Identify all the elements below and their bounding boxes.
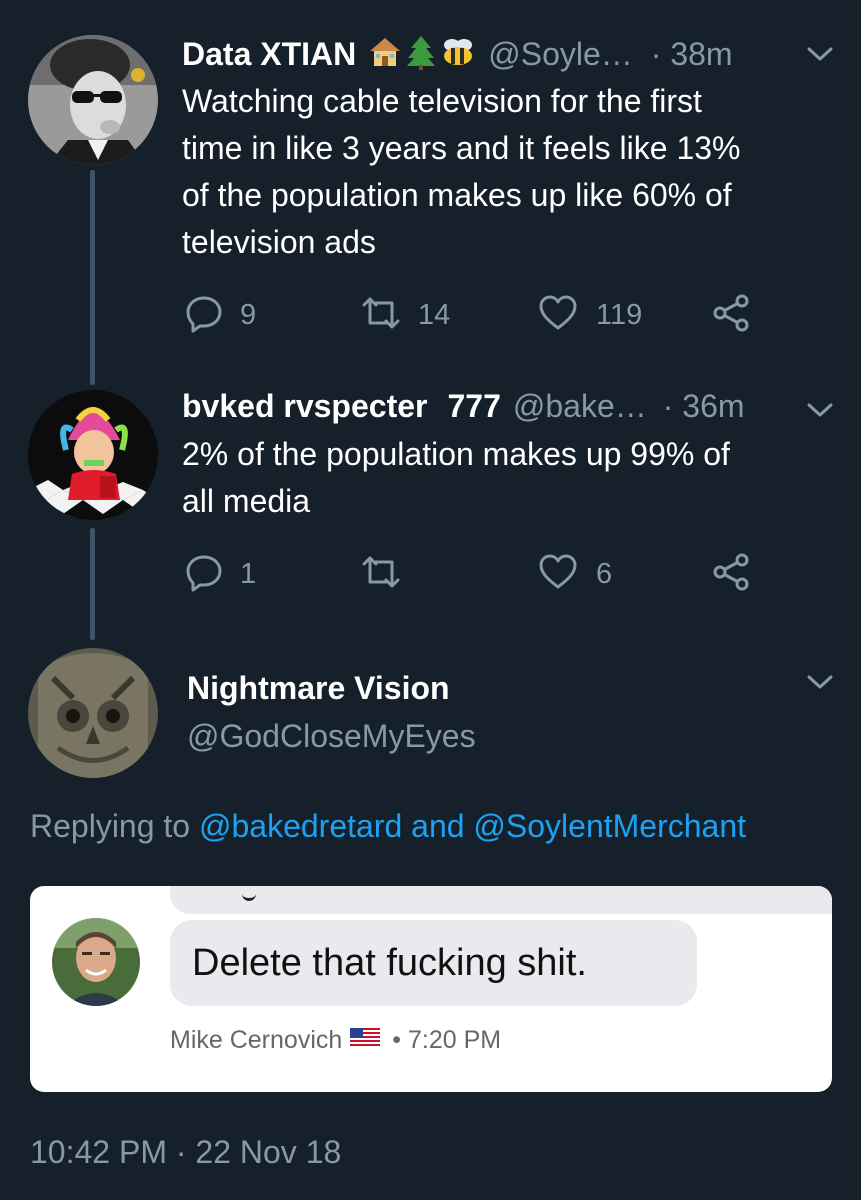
share-icon (710, 294, 752, 337)
tweet1-like-button[interactable]: 119 (538, 293, 642, 338)
tweet1-text-line: time in like 3 years and it feels like 1… (182, 130, 741, 166)
heart-icon (538, 552, 578, 597)
message-bubble: Delete that fucking shit. (170, 920, 697, 1006)
us-flag-icon (350, 1026, 381, 1055)
heart-icon (538, 293, 578, 338)
avatar[interactable] (28, 390, 158, 520)
reply-icon (184, 293, 224, 338)
tweet1-text-line: television ads (182, 224, 376, 260)
bee-icon (440, 37, 476, 72)
reply-icon (184, 552, 224, 597)
tweet2-text-line: all media (182, 483, 311, 519)
tweet2-share-button[interactable] (710, 552, 752, 597)
sender-name: Mike Cernovich (170, 1026, 343, 1054)
tweet-image[interactable]: Delete that fucking shit. Mike Cernovich… (30, 886, 832, 1092)
tweet1-share-button[interactable] (710, 293, 752, 338)
chevron-down-icon[interactable] (806, 400, 834, 425)
reply-count: 9 (240, 299, 257, 331)
tweet2-time[interactable]: · 36m (663, 388, 745, 425)
tweet3-timestamp[interactable]: 10:42 PM · 22 Nov 18 (30, 1134, 341, 1171)
tweet2-handle[interactable]: @bake… (513, 388, 647, 425)
tweet2-like-button[interactable]: 6 (538, 552, 612, 597)
tweet1-reply-button[interactable]: 9 (184, 293, 256, 338)
tweet2-text: 2% of the population makes up 99% of all… (182, 431, 832, 525)
replying-to: Replying to @bakedretard and @SoylentMer… (30, 808, 746, 845)
tweet1-retweet-button[interactable]: 14 (358, 293, 450, 338)
message-time: • 7:20 PM (392, 1026, 502, 1054)
thread-line-2 (90, 528, 95, 640)
tweet2-header: bvked rvspecter 777 @bake… · 36m (182, 386, 745, 426)
tweet2-author-name[interactable]: bvked rvspecter (182, 388, 427, 425)
tweet3-handle[interactable]: @GodCloseMyEyes (187, 718, 476, 755)
sender-avatar (52, 918, 140, 1006)
tweet3-author-name[interactable]: Nightmare Vision (187, 670, 450, 707)
share-icon (710, 553, 752, 596)
like-count: 119 (596, 299, 643, 331)
chevron-down-icon[interactable] (806, 44, 834, 69)
tweet1-time[interactable]: · 38m (651, 36, 733, 73)
chevron-down-icon[interactable] (806, 672, 834, 697)
retweet-count: 14 (418, 299, 451, 331)
like-count: 6 (596, 558, 613, 590)
message-meta: Mike Cernovich • 7:20 PM (170, 1026, 501, 1055)
replying-to-and: and (411, 808, 465, 844)
thread-line-1 (90, 170, 95, 385)
retweet-icon (358, 552, 404, 597)
replying-to-user-link[interactable]: @bakedretard (199, 808, 402, 844)
tweet1-handle[interactable]: @Soyle… (488, 36, 633, 73)
previous-message-bubble (170, 886, 832, 914)
tweet2-text-line: 2% of the population makes up 99% of (182, 436, 730, 472)
tweet2-reply-button[interactable]: 1 (184, 552, 256, 597)
avatar[interactable] (28, 35, 158, 165)
retweet-icon (358, 293, 404, 338)
tweet1-text: Watching cable television for the first … (182, 78, 832, 266)
tweet2-retweet-button[interactable] (358, 552, 418, 597)
replying-to-user-link[interactable]: @SoylentMerchant (473, 808, 746, 844)
house-icon (368, 35, 402, 74)
replying-to-label: Replying to (30, 808, 191, 844)
tweet1-author-name[interactable]: Data XTIAN (182, 36, 356, 73)
reply-count: 1 (240, 558, 257, 590)
tweet1-text-line: of the population makes up like 60% of (182, 177, 732, 213)
message-text: Delete that fucking shit. (192, 941, 587, 984)
avatar[interactable] (28, 648, 158, 778)
evergreen-tree-icon (406, 34, 436, 75)
tweet2-author-suffix[interactable]: 777 (447, 388, 500, 425)
tweet1-header: Data XTIAN @Soyle… · 38m (182, 34, 733, 74)
tweet1-text-line: Watching cable television for the first (182, 83, 702, 119)
